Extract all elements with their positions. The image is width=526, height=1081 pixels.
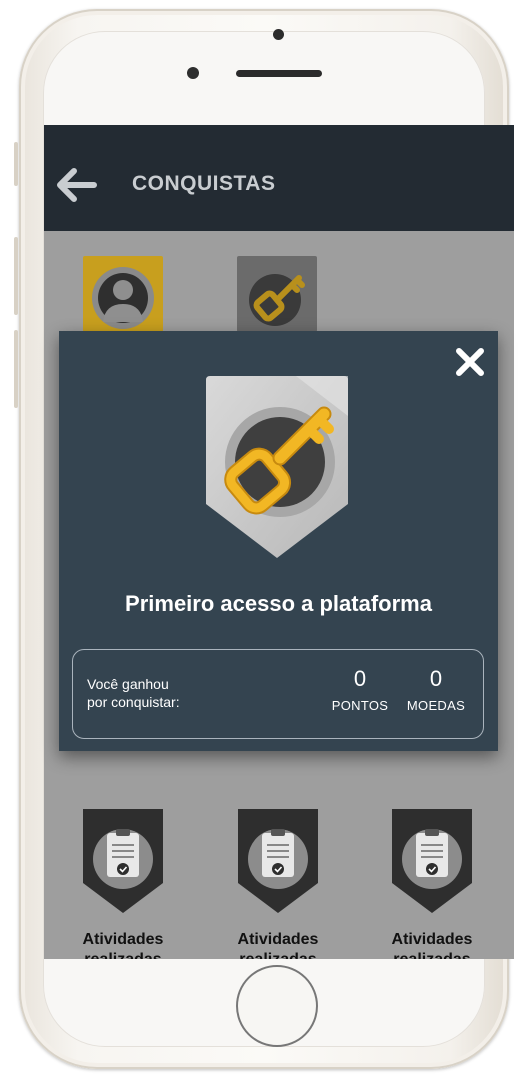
clipboard-check-icon[interactable] — [238, 809, 318, 915]
achievement-key-tile[interactable] — [237, 256, 317, 332]
close-icon[interactable] — [454, 346, 486, 378]
clipboard-check-icon[interactable] — [83, 809, 163, 915]
achievement-modal: Primeiro acesso a plataforma Você ganhou… — [59, 331, 498, 751]
reward-description: Você ganhou por conquistar: — [87, 675, 180, 711]
mute-switch — [14, 142, 18, 186]
coins-value: 0 — [429, 666, 443, 691]
points-stat: 0 PONTOS — [320, 666, 400, 713]
page-title: CONQUISTAS — [132, 172, 276, 195]
achievement-label-line2: realizadas — [63, 951, 183, 959]
app-header: CONQUISTAS — [44, 125, 514, 231]
volume-up-button — [14, 237, 18, 315]
reward-line-2: por conquistar: — [87, 694, 180, 710]
key-icon — [206, 376, 348, 558]
achievement-label-line2: realizadas — [218, 951, 338, 959]
user-icon — [92, 267, 154, 329]
front-camera — [273, 29, 284, 40]
achievement-label: Atividades — [391, 931, 473, 948]
points-label: PONTOS — [331, 698, 389, 713]
points-value: 0 — [353, 666, 367, 691]
reward-box: Você ganhou por conquistar: 0 PONTOS 0 M… — [72, 649, 484, 739]
home-button[interactable] — [236, 965, 318, 1047]
earpiece-speaker — [236, 70, 322, 77]
proximity-sensor — [187, 67, 199, 79]
arrow-left-icon[interactable] — [54, 167, 98, 203]
achievement-label: Atividades — [82, 931, 164, 948]
coins-stat: 0 MOEDAS — [396, 666, 476, 713]
key-icon — [249, 274, 305, 326]
achievement-label-line2: realizadas — [372, 951, 492, 959]
achievement-profile-tile[interactable] — [83, 256, 163, 332]
coins-label: MOEDAS — [406, 698, 466, 713]
achievement-label: Atividades — [237, 931, 319, 948]
achievement-title: Primeiro acesso a plataforma — [125, 591, 432, 616]
volume-down-button — [14, 330, 18, 408]
clipboard-check-icon[interactable] — [392, 809, 472, 915]
reward-line-1: Você ganhou — [87, 676, 169, 692]
